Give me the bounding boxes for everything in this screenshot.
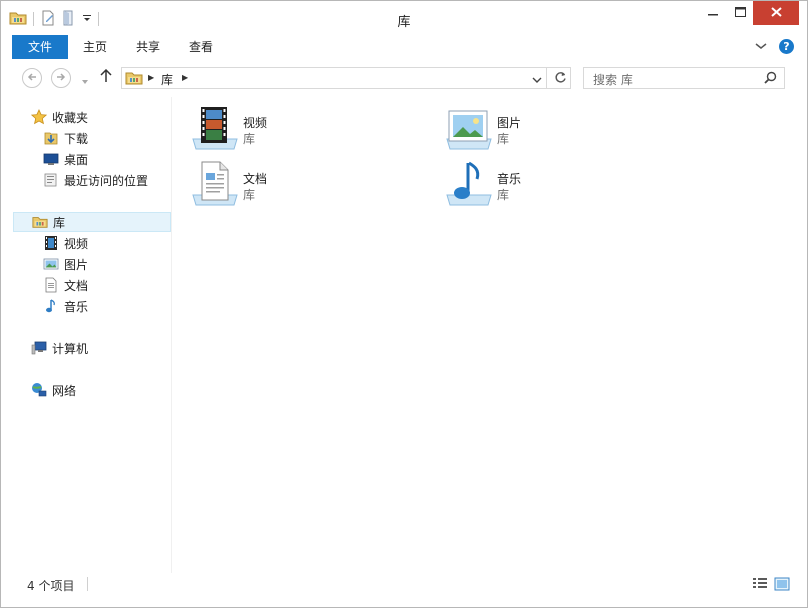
tab-file[interactable]: 文件: [12, 35, 68, 59]
nav-favorites-label: 收藏夹: [52, 110, 89, 125]
nav-item-desktop[interactable]: 桌面: [43, 149, 88, 169]
close-button[interactable]: [753, 1, 799, 25]
pictures-library-icon: [444, 105, 494, 155]
address-dropdown-icon[interactable]: [532, 73, 542, 87]
document-icon: [43, 277, 59, 293]
tab-home[interactable]: 主页: [69, 35, 121, 59]
forward-arrow-icon: [56, 71, 66, 85]
library-tile-name: 文档: [243, 172, 268, 186]
address-separator: [546, 68, 547, 88]
library-tile-type: 库: [243, 132, 256, 146]
maximize-icon: [734, 6, 746, 20]
library-tile-name: 音乐: [497, 172, 522, 186]
nav-network-label: 网络: [52, 383, 77, 398]
nav-item-pictures[interactable]: 图片: [43, 254, 88, 274]
picture-icon: [43, 256, 59, 272]
nav-item-label: 音乐: [64, 299, 89, 314]
nav-libraries-label: 库: [53, 215, 66, 230]
library-folder-icon: [125, 70, 143, 89]
maximize-button[interactable]: [725, 1, 755, 25]
library-tile-name: 图片: [497, 116, 522, 130]
navigation-bar: ▶ 库 ▶ 搜索 库: [1, 59, 807, 97]
breadcrumb-chevron-icon[interactable]: ▶: [148, 73, 154, 82]
nav-item-label: 视频: [64, 236, 89, 251]
desktop-icon: [43, 151, 59, 167]
recent-places-icon: [43, 172, 59, 188]
address-bar[interactable]: ▶ 库 ▶: [121, 67, 571, 89]
music-note-icon: [43, 298, 59, 314]
library-tile-videos[interactable]: 视频 库: [190, 105, 430, 155]
library-tile-music[interactable]: 音乐 库: [444, 161, 684, 211]
status-bar: 4 个项目: [1, 573, 807, 607]
help-icon[interactable]: ?: [779, 39, 794, 54]
item-count: 4 个项目: [27, 579, 75, 593]
downloads-icon: [43, 130, 59, 146]
nav-computer-label: 计算机: [52, 341, 89, 356]
video-icon: [43, 235, 59, 251]
navigation-pane: 收藏夹 下载 桌面 最近访问的位置 库 视频 图片 文档 音乐 计算机 网络: [13, 97, 171, 573]
nav-item-label: 图片: [64, 257, 89, 272]
library-tile-documents[interactable]: 文档 库: [190, 161, 430, 211]
forward-button[interactable]: [51, 68, 71, 88]
back-button[interactable]: [22, 68, 42, 88]
breadcrumb-chevron-icon[interactable]: ▶: [182, 73, 188, 82]
nav-computer[interactable]: 计算机: [31, 338, 88, 358]
ribbon-tabs: 文件 主页 共享 查看 ?: [1, 35, 807, 60]
up-arrow-icon[interactable]: [100, 68, 112, 87]
video-library-icon: [190, 105, 240, 155]
nav-item-videos[interactable]: 视频: [43, 233, 88, 253]
library-folder-icon: [32, 214, 48, 230]
expand-ribbon-icon[interactable]: [755, 40, 767, 54]
network-icon: [31, 382, 47, 398]
nav-item-recent-places[interactable]: 最近访问的位置: [43, 170, 148, 190]
nav-favorites[interactable]: 收藏夹: [31, 107, 88, 127]
title-bar: 库: [1, 1, 807, 35]
nav-item-documents[interactable]: 文档: [43, 275, 88, 295]
status-separator: [87, 577, 88, 591]
tab-share[interactable]: 共享: [121, 35, 175, 59]
minimize-icon: [708, 6, 718, 20]
large-icons-view-icon[interactable]: [774, 577, 790, 594]
music-library-icon: [444, 161, 494, 211]
library-tile-type: 库: [243, 188, 256, 202]
star-icon: [31, 109, 47, 125]
library-tile-name: 视频: [243, 116, 268, 130]
nav-network[interactable]: 网络: [31, 380, 76, 400]
search-icon[interactable]: [764, 71, 777, 87]
nav-item-label: 文档: [64, 278, 89, 293]
nav-item-downloads[interactable]: 下载: [43, 128, 88, 148]
library-tile-pictures[interactable]: 图片 库: [444, 105, 684, 155]
computer-icon: [31, 340, 47, 356]
library-tile-type: 库: [497, 132, 510, 146]
recent-locations-icon[interactable]: [81, 74, 89, 88]
close-icon: [770, 6, 782, 20]
nav-item-label: 最近访问的位置: [64, 173, 149, 188]
explorer-window: 库 文件 主页 共享 查看 ? ▶ 库 ▶ 搜索 库 收藏夹 下载 桌面 最近访…: [0, 0, 808, 608]
nav-item-label: 桌面: [64, 152, 89, 167]
nav-item-music[interactable]: 音乐: [43, 296, 88, 316]
library-tile-type: 库: [497, 188, 510, 202]
details-view-icon[interactable]: [752, 577, 768, 594]
nav-item-label: 下载: [64, 131, 89, 146]
nav-libraries[interactable]: 库: [13, 212, 171, 232]
breadcrumb-libraries[interactable]: 库: [161, 71, 173, 88]
search-input[interactable]: 搜索 库: [593, 71, 633, 88]
content-area: 视频 库 图片 库 文档 库 音乐 库: [172, 97, 797, 573]
documents-library-icon: [190, 161, 240, 211]
window-title: 库: [397, 15, 411, 30]
minimize-button[interactable]: [698, 1, 728, 25]
refresh-icon[interactable]: [554, 71, 567, 88]
search-box[interactable]: 搜索 库: [583, 67, 785, 89]
back-arrow-icon: [27, 71, 37, 85]
tab-view[interactable]: 查看: [175, 35, 227, 59]
